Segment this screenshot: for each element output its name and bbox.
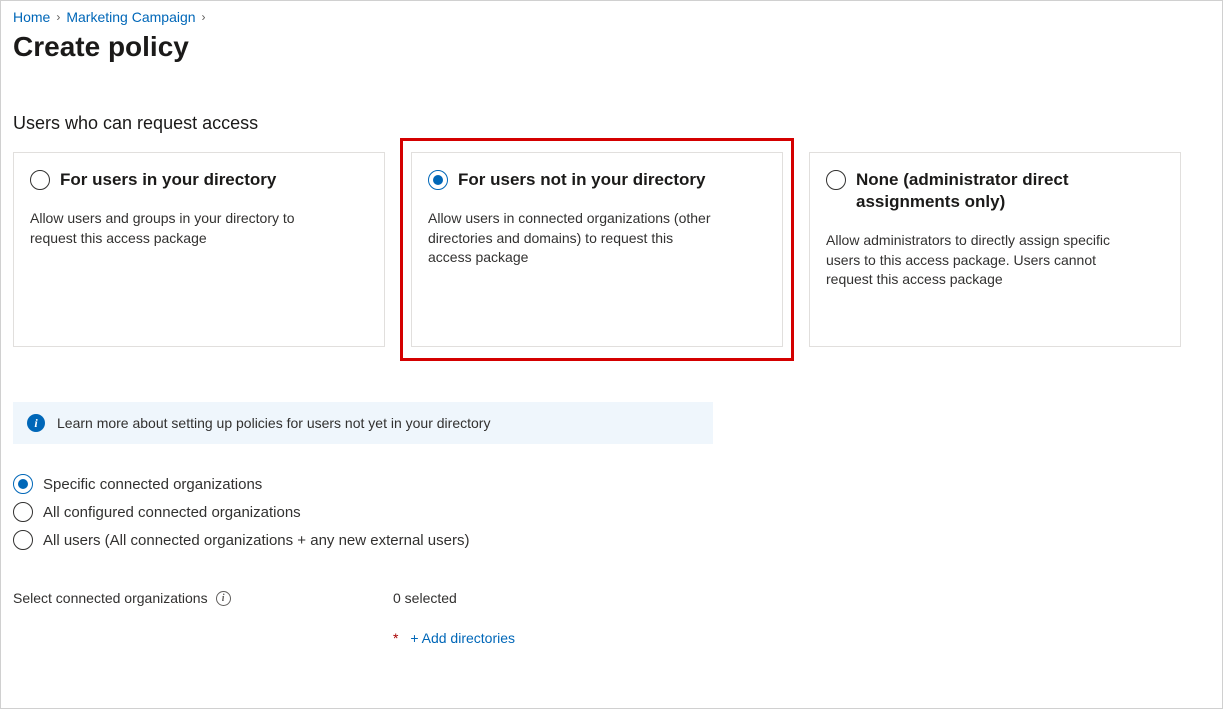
- page-title: Create policy: [13, 31, 1210, 63]
- required-asterisk-icon: *: [393, 630, 398, 646]
- request-option-cards: For users in your directory Allow users …: [13, 152, 1210, 347]
- radio-label: Specific connected organizations: [43, 476, 262, 493]
- card-title: For users in your directory: [60, 169, 276, 191]
- info-banner-text: Learn more about setting up policies for…: [57, 415, 490, 431]
- add-directories-row: * + Add directories: [393, 630, 515, 646]
- radio-label: All configured connected organizations: [43, 504, 301, 521]
- radio-all-configured-orgs[interactable]: All configured connected organizations: [13, 502, 1210, 522]
- card-title: For users not in your directory: [458, 169, 706, 191]
- select-orgs-label: Select connected organizations: [13, 590, 208, 606]
- breadcrumb-marketing-campaign[interactable]: Marketing Campaign: [66, 9, 195, 25]
- chevron-right-icon: ›: [202, 10, 206, 24]
- card-title: None (administrator direct assignments o…: [856, 169, 1164, 213]
- chevron-right-icon: ›: [56, 10, 60, 24]
- section-users-heading: Users who can request access: [13, 113, 1210, 134]
- breadcrumb: Home › Marketing Campaign ›: [13, 9, 1210, 25]
- card-users-not-in-directory[interactable]: For users not in your directory Allow us…: [411, 152, 783, 347]
- breadcrumb-home[interactable]: Home: [13, 9, 50, 25]
- selected-count: 0 selected: [393, 590, 515, 606]
- select-connected-orgs-row: Select connected organizations i 0 selec…: [13, 590, 1210, 646]
- info-icon: i: [27, 414, 45, 432]
- radio-icon: [428, 170, 448, 190]
- radio-specific-connected-orgs[interactable]: Specific connected organizations: [13, 474, 1210, 494]
- card-users-in-directory[interactable]: For users in your directory Allow users …: [13, 152, 385, 347]
- info-icon[interactable]: i: [216, 591, 231, 606]
- card-description: Allow administrators to directly assign …: [826, 231, 1116, 290]
- radio-icon: [30, 170, 50, 190]
- scope-radio-group: Specific connected organizations All con…: [13, 474, 1210, 550]
- card-none-admin-only[interactable]: None (administrator direct assignments o…: [809, 152, 1181, 347]
- radio-label: All users (All connected organizations +…: [43, 532, 469, 549]
- info-banner[interactable]: i Learn more about setting up policies f…: [13, 402, 713, 444]
- radio-all-users[interactable]: All users (All connected organizations +…: [13, 530, 1210, 550]
- radio-icon: [826, 170, 846, 190]
- add-directories-link[interactable]: + Add directories: [410, 630, 515, 646]
- radio-icon: [13, 530, 33, 550]
- radio-icon: [13, 474, 33, 494]
- card-description: Allow users in connected organizations (…: [428, 209, 718, 268]
- card-description: Allow users and groups in your directory…: [30, 209, 320, 248]
- radio-icon: [13, 502, 33, 522]
